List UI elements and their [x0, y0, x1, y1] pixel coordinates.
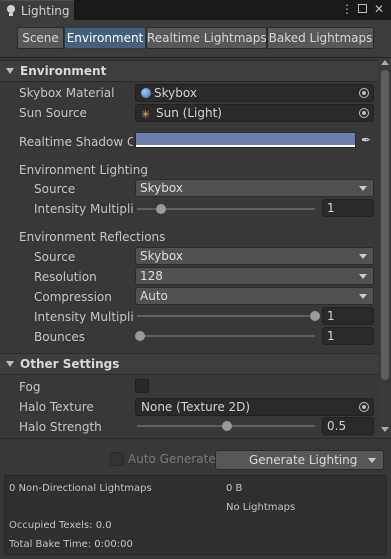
inspector-content: Environment Skybox Material Skybox Sun S…	[0, 58, 378, 436]
eyedropper-icon[interactable]: ✒	[358, 132, 374, 148]
object-picker-icon[interactable]	[359, 88, 369, 98]
vertical-scrollbar[interactable]	[379, 58, 391, 436]
lightmaps-size: 0 B	[226, 483, 243, 494]
window-tab-lighting[interactable]: Lighting	[0, 0, 74, 20]
scrollbar-thumb[interactable]	[381, 70, 389, 380]
resolution-dropdown[interactable]: 128	[135, 267, 374, 285]
foldout-arrow-icon	[6, 361, 14, 367]
bounces-label: Bounces	[34, 330, 86, 344]
window-title: Lighting	[21, 3, 70, 18]
chevron-down-icon	[359, 294, 367, 299]
env-reflections-intensity-thumb[interactable]	[310, 311, 320, 321]
compression-label: Compression	[34, 290, 112, 304]
window-titlebar: Lighting ⋮ ✕	[0, 0, 391, 20]
resolution-label: Resolution	[34, 270, 97, 284]
object-picker-icon[interactable]	[359, 108, 369, 118]
halo-strength-input[interactable]: 0.5	[322, 417, 374, 435]
alpha-bar	[136, 145, 355, 147]
env-lighting-intensity-thumb[interactable]	[156, 204, 166, 214]
close-icon[interactable]: ✕	[372, 2, 386, 16]
tab-toolbar: Scene Environment Realtime Lightmaps Bak…	[0, 20, 391, 58]
chevron-down-icon[interactable]	[368, 458, 376, 463]
foldout-arrow-icon	[6, 68, 14, 74]
environment-lighting-header: Environment Lighting	[19, 163, 148, 177]
chevron-down-icon	[359, 274, 367, 279]
env-reflections-source-label: Source	[34, 250, 76, 264]
env-lighting-intensity-input[interactable]: 1	[322, 199, 374, 217]
tab-baked-lightmaps[interactable]: Baked Lightmaps	[267, 27, 374, 49]
fog-checkbox[interactable]	[135, 379, 149, 393]
occupied-texels: Occupied Texels: 0.0	[9, 520, 112, 531]
object-picker-icon[interactable]	[359, 402, 369, 412]
lightmaps-status: No Lightmaps	[226, 502, 296, 513]
skybox-material-field[interactable]: Skybox	[135, 84, 374, 102]
material-icon	[141, 88, 151, 98]
halo-texture-label: Halo Texture	[19, 400, 94, 414]
tab-environment[interactable]: Environment	[64, 27, 146, 49]
fog-label: Fog	[19, 380, 41, 394]
chevron-down-icon	[359, 186, 367, 191]
section-environment[interactable]: Environment	[0, 60, 378, 82]
env-lighting-intensity-label: Intensity Multiplier	[34, 202, 133, 216]
skybox-material-label: Skybox Material	[19, 86, 115, 100]
halo-strength-thumb[interactable]	[222, 421, 232, 431]
env-reflections-intensity-slider[interactable]	[137, 315, 315, 317]
chevron-down-icon	[359, 254, 367, 259]
tab-scene[interactable]: Scene	[17, 27, 64, 49]
realtime-shadow-color-label: Realtime Shadow Color	[19, 135, 133, 149]
lightmap-stats-panel: 0 Non-Directional Lightmaps 0 B No Light…	[4, 475, 387, 555]
shadow-color-swatch[interactable]	[135, 132, 356, 148]
generate-bar: Auto Generate Generate Lighting	[0, 446, 391, 472]
section-other-settings[interactable]: Other Settings	[0, 353, 378, 375]
divider	[0, 438, 391, 439]
scroll-down-arrow-icon[interactable]	[381, 427, 389, 432]
halo-strength-label: Halo Strength	[19, 420, 102, 434]
bounces-slider[interactable]	[137, 335, 315, 337]
compression-dropdown[interactable]: Auto	[135, 287, 374, 305]
env-reflections-intensity-label: Intensity Multiplier	[34, 310, 133, 324]
tab-realtime-lightmaps[interactable]: Realtime Lightmaps	[146, 27, 267, 49]
bounces-thumb[interactable]	[135, 331, 145, 341]
auto-generate-checkbox[interactable]	[110, 452, 124, 466]
sun-source-label: Sun Source	[19, 106, 87, 120]
scroll-up-arrow-icon[interactable]	[381, 60, 389, 65]
light-icon: ✳	[141, 108, 151, 121]
auto-generate-label: Auto Generate	[128, 452, 216, 466]
halo-texture-field[interactable]: None (Texture 2D)	[135, 398, 374, 416]
env-lighting-source-label: Source	[34, 182, 76, 196]
total-bake-time: Total Bake Time: 0:00:00	[9, 539, 133, 550]
lightbulb-icon	[6, 4, 16, 17]
environment-reflections-header: Environment Reflections	[19, 230, 166, 244]
env-lighting-source-dropdown[interactable]: Skybox	[135, 179, 374, 197]
sun-source-field[interactable]: ✳ Sun (Light)	[135, 104, 374, 122]
generate-lighting-button[interactable]: Generate Lighting	[215, 450, 384, 470]
env-reflections-source-dropdown[interactable]: Skybox	[135, 247, 374, 265]
more-options-icon[interactable]: ⋮	[340, 2, 354, 16]
bounces-input[interactable]: 1	[322, 327, 374, 345]
maximize-icon[interactable]	[355, 2, 369, 16]
env-reflections-intensity-input[interactable]: 1	[322, 307, 374, 325]
lightmaps-count: 0 Non-Directional Lightmaps	[9, 483, 152, 494]
